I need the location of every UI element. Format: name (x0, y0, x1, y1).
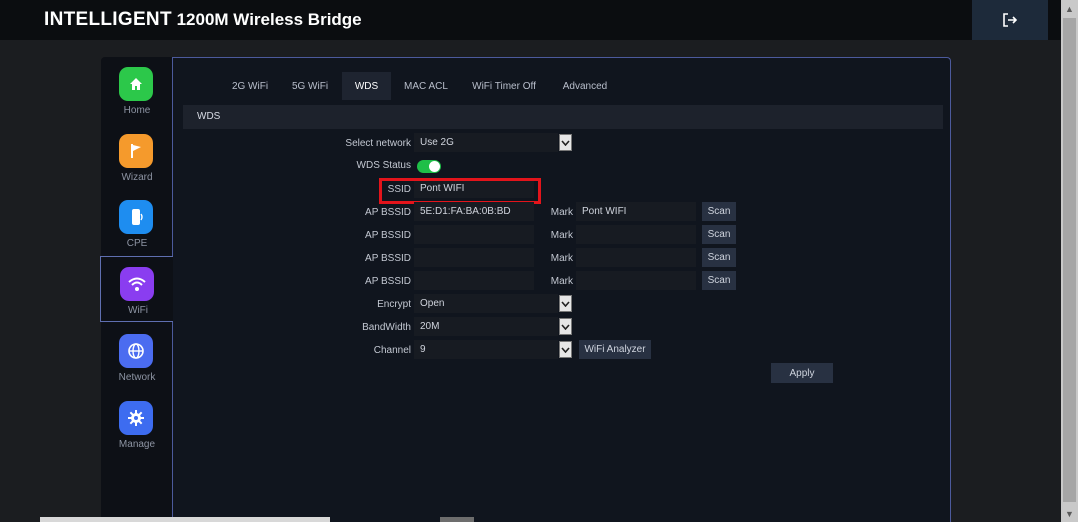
top-bar: INTELLIGENT 1200M Wireless Bridge (0, 0, 1061, 40)
horizontal-scrollbar[interactable] (40, 517, 330, 522)
section-title: WDS (197, 111, 221, 122)
select-network-select[interactable]: Use 2G (414, 133, 558, 152)
chevron-down-icon[interactable] (559, 295, 572, 312)
home-icon (119, 67, 153, 101)
mark-input[interactable]: Pont WIFI (576, 202, 696, 221)
mark-label: Mark (550, 253, 573, 264)
bandwidth-select[interactable]: 20M (414, 317, 558, 336)
sidebar-item-label: WiFi (128, 305, 148, 316)
chevron-down-icon[interactable] (559, 134, 572, 151)
mark-label: Mark (550, 207, 573, 218)
brand-title: INTELLIGENT 1200M Wireless Bridge (44, 9, 362, 31)
section-header: WDS (183, 105, 943, 129)
apply-button[interactable]: Apply (771, 363, 833, 383)
sidebar-item-label: CPE (126, 238, 148, 249)
mark-input[interactable] (576, 248, 696, 267)
mark-label: Mark (550, 276, 573, 287)
sidebar-item-manage[interactable]: Manage (101, 391, 173, 457)
tab-2g-wifi[interactable]: 2G WiFi (221, 72, 279, 100)
brand-main: INTELLIGENT (44, 9, 172, 30)
tab-wds[interactable]: WDS (342, 72, 391, 100)
mark-input[interactable] (576, 271, 696, 290)
tab-mac-acl[interactable]: MAC ACL (398, 72, 454, 100)
scroll-up-icon[interactable]: ▲ (1061, 0, 1078, 17)
logout-icon (1003, 13, 1018, 27)
encrypt-select[interactable]: Open (414, 294, 558, 313)
channel-label: Channel (373, 345, 411, 356)
brand-rest: 1200M Wireless Bridge (176, 10, 362, 29)
scroll-down-icon[interactable]: ▼ (1061, 505, 1078, 522)
tab-5g-wifi[interactable]: 5G WiFi (282, 72, 338, 100)
ap-bssid-label: AP BSSID (365, 230, 411, 241)
ap-bssid-label: AP BSSID (365, 207, 411, 218)
tab-advanced[interactable]: Advanced (555, 72, 615, 100)
sidebar-item-label: Manage (118, 439, 156, 450)
sidebar-item-home[interactable]: Home (101, 57, 173, 123)
sidebar-item-label: Network (118, 372, 156, 383)
logout-button[interactable] (972, 0, 1048, 40)
sidebar-item-wifi[interactable]: WiFi (100, 256, 173, 322)
wds-status-label: WDS Status (356, 160, 411, 171)
flag-icon (119, 134, 153, 168)
wds-status-toggle[interactable] (417, 160, 441, 173)
ap-bssid-label: AP BSSID (365, 253, 411, 264)
globe-icon (119, 334, 153, 368)
ssid-highlight-box (379, 178, 541, 204)
select-network-label: Select network (345, 138, 411, 149)
ap-bssid-label: AP BSSID (365, 276, 411, 287)
main-panel: 2G WiFi 5G WiFi WDS MAC ACL WiFi Timer O… (172, 57, 951, 522)
wifi-icon (120, 267, 154, 301)
encrypt-label: Encrypt (377, 299, 411, 310)
sidebar-item-wizard[interactable]: Wizard (101, 124, 173, 190)
sidebar: Home Wizard CPE WiFi Network Manage (100, 57, 173, 522)
scan-button[interactable]: Scan (702, 202, 736, 221)
scan-button[interactable]: Scan (702, 225, 736, 244)
tab-wifi-timer-off[interactable]: WiFi Timer Off (464, 72, 544, 100)
channel-select[interactable]: 9 (414, 340, 558, 359)
sidebar-item-label: Wizard (121, 172, 153, 183)
bandwidth-label: BandWidth (362, 322, 411, 333)
scrollbar-thumb[interactable] (1063, 18, 1076, 502)
sidebar-item-network[interactable]: Network (101, 324, 173, 390)
chevron-down-icon[interactable] (559, 341, 572, 358)
wifi-analyzer-button[interactable]: WiFi Analyzer (579, 340, 651, 359)
scan-button[interactable]: Scan (702, 248, 736, 267)
horizontal-scrollbar-thumb[interactable] (440, 517, 474, 522)
scan-button[interactable]: Scan (702, 271, 736, 290)
gear-icon (119, 401, 153, 435)
toggle-knob (429, 161, 440, 172)
chevron-down-icon[interactable] (559, 318, 572, 335)
page-scrollbar[interactable]: ▲ ▼ (1061, 0, 1078, 522)
sidebar-item-label: Home (123, 105, 151, 116)
mark-label: Mark (550, 230, 573, 241)
mark-input[interactable] (576, 225, 696, 244)
sidebar-item-cpe[interactable]: CPE (101, 190, 173, 256)
cpe-icon (119, 200, 153, 234)
